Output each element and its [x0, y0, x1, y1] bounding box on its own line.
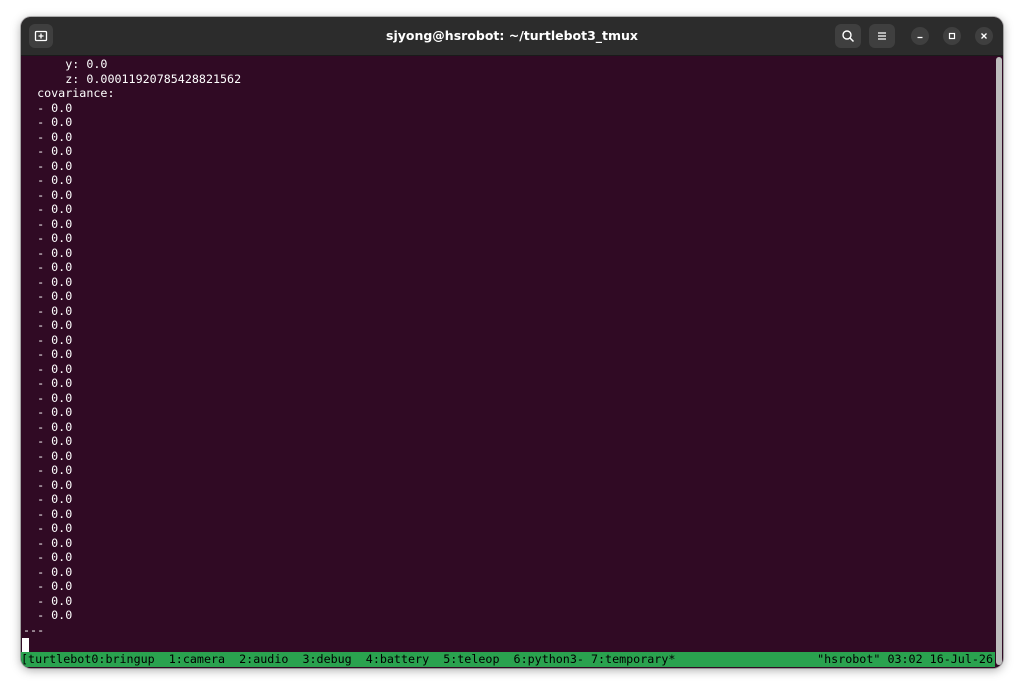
- terminal-line: - 0.0: [23, 506, 73, 521]
- terminal-line: - 0.0: [23, 347, 73, 361]
- terminal-line: - 0.0: [23, 187, 73, 202]
- terminal-line: - 0.0: [23, 231, 73, 245]
- terminal-line: z: 0.00011920785428821562: [23, 71, 242, 86]
- terminal-line: - 0.0: [23, 115, 73, 129]
- terminal-line: - 0.0: [23, 477, 73, 492]
- maximize-icon: [948, 32, 956, 40]
- terminal-line: ---: [23, 622, 45, 637]
- terminal-line: - 0.0: [23, 434, 73, 448]
- terminal-line: - 0.0: [23, 448, 73, 463]
- close-button[interactable]: [975, 27, 993, 45]
- terminal-line: - 0.0: [23, 463, 73, 477]
- terminal-line: - 0.0: [23, 129, 73, 144]
- terminal-line: - 0.0: [23, 608, 73, 622]
- menu-button[interactable]: [869, 24, 895, 48]
- search-button[interactable]: [835, 24, 861, 48]
- terminal-line: - 0.0: [23, 419, 73, 434]
- terminal-line: - 0.0: [23, 332, 73, 347]
- terminal-line: - 0.0: [23, 274, 73, 289]
- terminal-window: sjyong@hsrobot: ~/turtlebot3_tmux y: 0.0…: [21, 17, 1003, 668]
- terminal-line: - 0.0: [23, 593, 73, 608]
- title-bar[interactable]: sjyong@hsrobot: ~/turtlebot3_tmux: [21, 17, 1003, 56]
- minimize-icon: [917, 36, 923, 39]
- terminal-line: - 0.0: [23, 550, 73, 564]
- terminal-line: - 0.0: [23, 158, 73, 173]
- scrollbar[interactable]: [996, 57, 1002, 665]
- close-icon: [981, 33, 987, 39]
- terminal-line: y: 0.0: [23, 57, 108, 71]
- new-tab-icon: [34, 30, 48, 42]
- terminal-output[interactable]: y: 0.0 z: 0.00011920785428821562 covaria…: [21, 56, 995, 668]
- terminal-line: - 0.0: [23, 144, 73, 158]
- hamburger-menu-icon: [878, 32, 886, 40]
- tmux-status-right: "hsrobot" 03:02 16-Jul-26: [817, 652, 993, 666]
- terminal-line: - 0.0: [23, 260, 73, 274]
- terminal-line: - 0.0: [23, 579, 73, 593]
- tmux-window-list[interactable]: [turtlebot0:bringup 1:camera 2:audio 3:d…: [21, 652, 675, 667]
- terminal-line: - 0.0: [23, 216, 73, 231]
- terminal-line: covariance:: [23, 86, 115, 100]
- terminal-line: - 0.0: [23, 245, 73, 260]
- terminal-line: - 0.0: [23, 405, 73, 419]
- text-cursor: [22, 638, 29, 652]
- terminal-line: - 0.0: [23, 535, 73, 550]
- terminal-line: - 0.0: [23, 303, 73, 318]
- terminal-line: - 0.0: [23, 521, 73, 535]
- terminal-line: - 0.0: [23, 100, 73, 115]
- terminal-line: - 0.0: [23, 390, 73, 405]
- terminal-line: - 0.0: [23, 318, 73, 332]
- terminal-line: - 0.0: [23, 376, 73, 390]
- terminal-line: - 0.0: [23, 173, 73, 187]
- new-tab-button[interactable]: [29, 24, 53, 48]
- maximize-button[interactable]: [943, 27, 961, 45]
- terminal-line: - 0.0: [23, 202, 73, 216]
- search-icon: [842, 30, 855, 43]
- terminal-line: - 0.0: [23, 492, 73, 506]
- minimize-button[interactable]: [911, 27, 929, 45]
- tmux-status-bar: [turtlebot0:bringup 1:camera 2:audio 3:d…: [21, 652, 995, 667]
- terminal-line: - 0.0: [23, 361, 73, 376]
- terminal-line: - 0.0: [23, 564, 73, 579]
- terminal-line: - 0.0: [23, 289, 73, 303]
